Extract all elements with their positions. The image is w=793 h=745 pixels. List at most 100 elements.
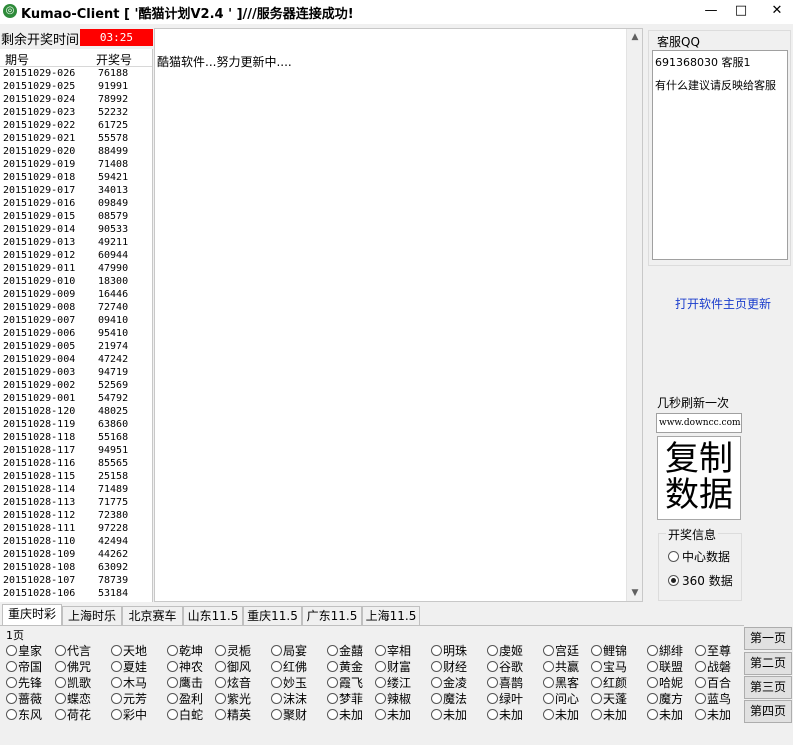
radio-icon[interactable] (6, 709, 17, 720)
radio-icon[interactable] (327, 645, 338, 656)
radio-icon[interactable] (271, 645, 282, 656)
radio-icon[interactable] (327, 677, 338, 688)
radio-icon[interactable] (6, 661, 17, 672)
plan-option[interactable]: 联盟 (647, 660, 683, 674)
radio-icon[interactable] (543, 709, 554, 720)
plan-option[interactable]: 佛咒 (55, 660, 91, 674)
radio-icon[interactable] (327, 709, 338, 720)
table-row[interactable]: 20151029-013 49211 (0, 236, 152, 249)
radio-icon[interactable] (167, 661, 178, 672)
radio-icon[interactable] (543, 693, 554, 704)
radio-icon[interactable] (695, 709, 706, 720)
plan-option[interactable]: 绿叶 (487, 692, 523, 706)
plan-option[interactable]: 谷歌 (487, 660, 523, 674)
close-button[interactable]: ✕ (762, 0, 792, 22)
table-row[interactable]: 20151029-002 52569 (0, 379, 152, 392)
tab-0[interactable]: 重庆时彩 (2, 604, 62, 626)
plan-option[interactable]: 未加 (647, 708, 683, 722)
plan-option[interactable]: 缕江 (375, 676, 411, 690)
plan-option[interactable]: 夏娃 (111, 660, 147, 674)
scroll-up-icon[interactable]: ▲ (627, 29, 643, 45)
table-row[interactable]: 20151028-119 63860 (0, 418, 152, 431)
column-header-number[interactable]: 开奖号 (96, 51, 132, 68)
plan-option[interactable]: 金囍 (327, 644, 363, 658)
radio-icon[interactable] (591, 709, 602, 720)
radio-icon[interactable] (167, 693, 178, 704)
radio-icon[interactable] (695, 693, 706, 704)
plan-option[interactable]: 沫沫 (271, 692, 307, 706)
table-row[interactable]: 20151028-116 85565 (0, 457, 152, 470)
vertical-scrollbar[interactable]: ▲ ▼ (626, 29, 642, 601)
open-homepage-link[interactable]: 打开软件主页更新 (675, 295, 771, 312)
radio-icon[interactable] (111, 709, 122, 720)
table-row[interactable]: 20151028-117 94951 (0, 444, 152, 457)
plan-option[interactable]: 共赢 (543, 660, 579, 674)
table-row[interactable]: 20151028-114 71489 (0, 483, 152, 496)
radio-icon[interactable] (695, 645, 706, 656)
radio-selected-icon[interactable] (668, 575, 679, 586)
table-row[interactable]: 20151028-107 78739 (0, 574, 152, 587)
radio-icon[interactable] (647, 693, 658, 704)
plan-option[interactable]: 聚财 (271, 708, 307, 722)
table-row[interactable]: 20151028-109 44262 (0, 548, 152, 561)
radio-icon[interactable] (327, 693, 338, 704)
plan-option[interactable]: 东风 (6, 708, 42, 722)
plan-option[interactable]: 神农 (167, 660, 203, 674)
column-header-period[interactable]: 期号 (5, 51, 29, 68)
plan-option[interactable]: 未加 (431, 708, 467, 722)
radio-icon[interactable] (375, 661, 386, 672)
radio-icon[interactable] (375, 709, 386, 720)
plan-option[interactable]: 红颜 (591, 676, 627, 690)
plan-option[interactable]: 蓝鸟 (695, 692, 731, 706)
radio-icon[interactable] (55, 661, 66, 672)
maximize-button[interactable]: □ (726, 0, 756, 22)
plan-option[interactable]: 皇家 (6, 644, 42, 658)
radio-icon[interactable] (215, 645, 226, 656)
plan-option[interactable]: 金凌 (431, 676, 467, 690)
plan-option[interactable]: 綁绯 (647, 644, 683, 658)
radio-icon[interactable] (327, 661, 338, 672)
table-row[interactable]: 20151029-005 21974 (0, 340, 152, 353)
plan-option[interactable]: 元芳 (111, 692, 147, 706)
table-row[interactable]: 20151029-016 09849 (0, 197, 152, 210)
page-button-2[interactable]: 第二页 (744, 652, 792, 675)
table-row[interactable]: 20151028-115 25158 (0, 470, 152, 483)
radio-icon[interactable] (55, 709, 66, 720)
table-row[interactable]: 20151028-113 71775 (0, 496, 152, 509)
plan-option[interactable]: 精英 (215, 708, 251, 722)
radio-icon[interactable] (6, 645, 17, 656)
plan-option[interactable]: 战磐 (695, 660, 731, 674)
table-row[interactable]: 20151029-017 34013 (0, 184, 152, 197)
table-row[interactable]: 20151029-018 59421 (0, 171, 152, 184)
table-row[interactable]: 20151029-012 60944 (0, 249, 152, 262)
table-row[interactable]: 20151028-106 53184 (0, 587, 152, 600)
radio-icon[interactable] (647, 661, 658, 672)
table-row[interactable]: 20151029-015 08579 (0, 210, 152, 223)
plan-option[interactable]: 荷花 (55, 708, 91, 722)
radio-icon[interactable] (591, 677, 602, 688)
radio-icon[interactable] (111, 693, 122, 704)
plan-option[interactable]: 百合 (695, 676, 731, 690)
table-row[interactable]: 20151029-011 47990 (0, 262, 152, 275)
radio-center-data[interactable]: 中心数据 (668, 548, 730, 565)
radio-icon[interactable] (647, 709, 658, 720)
plan-option[interactable]: 宝马 (591, 660, 627, 674)
radio-icon[interactable] (215, 661, 226, 672)
table-row[interactable]: 20151029-006 95410 (0, 327, 152, 340)
plan-option[interactable]: 未加 (487, 708, 523, 722)
radio-icon[interactable] (6, 677, 17, 688)
plan-option[interactable]: 至尊 (695, 644, 731, 658)
plan-option[interactable]: 妙玉 (271, 676, 307, 690)
radio-icon[interactable] (543, 677, 554, 688)
radio-icon[interactable] (167, 709, 178, 720)
radio-icon[interactable] (111, 661, 122, 672)
table-row[interactable]: 20151029-007 09410 (0, 314, 152, 327)
plan-option[interactable]: 鲤锦 (591, 644, 627, 658)
plan-option[interactable]: 乾坤 (167, 644, 203, 658)
plan-option[interactable]: 天蓬 (591, 692, 627, 706)
scroll-down-icon[interactable]: ▼ (627, 585, 643, 601)
plan-option[interactable]: 魔方 (647, 692, 683, 706)
radio-icon[interactable] (591, 645, 602, 656)
table-row[interactable]: 20151029-022 61725 (0, 119, 152, 132)
plan-option[interactable]: 未加 (591, 708, 627, 722)
